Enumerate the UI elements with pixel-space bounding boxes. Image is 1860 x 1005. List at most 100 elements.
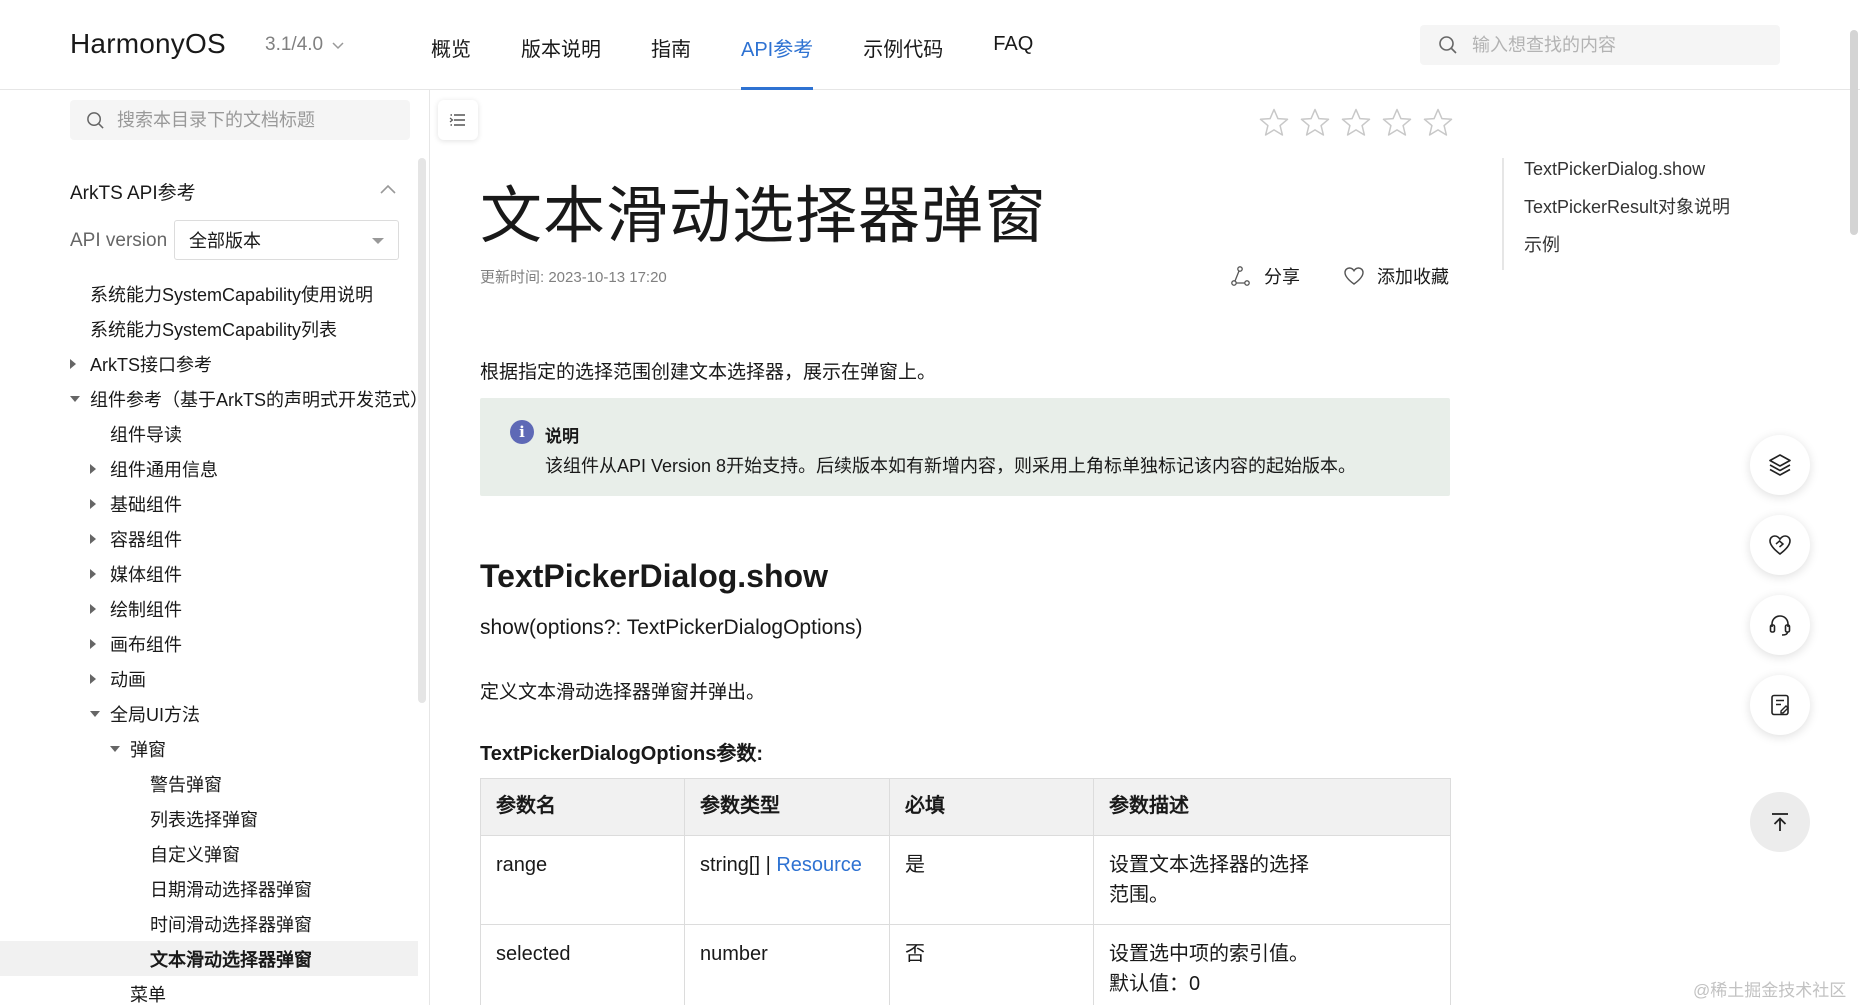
star-icon[interactable] <box>1258 107 1290 139</box>
section-heading: TextPickerDialog.show <box>480 558 828 594</box>
sidebar-tree-item[interactable]: 基础组件 <box>0 486 418 521</box>
sidebar: ArkTS API参考 API version 全部版本 系统能力SystemC… <box>0 90 430 1005</box>
sidebar-tree-item[interactable]: 菜单 <box>0 976 418 1005</box>
sidebar-scrollbar[interactable] <box>418 158 426 703</box>
table-header-cell: 参数描述 <box>1093 778 1451 836</box>
sidebar-tree-item[interactable]: 媒体组件 <box>0 556 418 591</box>
sidebar-search[interactable] <box>70 100 410 140</box>
updated-time: 更新时间: 2023-10-13 17:20 <box>480 269 667 286</box>
sidebar-tree-item[interactable]: 组件导读 <box>0 416 418 451</box>
search-icon <box>1439 36 1457 54</box>
caret-down-icon[interactable] <box>110 746 120 752</box>
sidebar-tree-item[interactable]: 组件参考（基于ArkTS的声明式开发范式） <box>0 381 428 416</box>
sidebar-tree-item[interactable]: 绘制组件 <box>0 591 418 626</box>
feedback-button[interactable] <box>1750 675 1810 735</box>
sidebar-tree-item[interactable]: 画布组件 <box>0 626 418 661</box>
toc-toggle-button[interactable] <box>438 100 478 140</box>
toc-item-show[interactable]: TextPickerDialog.show <box>1504 158 1730 196</box>
chevron-up-icon[interactable] <box>378 180 398 200</box>
nav-guide[interactable]: 指南 <box>651 0 691 90</box>
caret-right-icon[interactable] <box>90 639 96 649</box>
table-row: selected number 否 设置选中项的索引值。 默认值：0 <box>480 924 1451 1005</box>
sidebar-tree-item[interactable]: 组件通用信息 <box>0 451 418 486</box>
brand-logo[interactable]: HarmonyOS <box>70 28 226 60</box>
caret-right-icon[interactable] <box>90 674 96 684</box>
search-icon <box>87 111 104 129</box>
resource-link[interactable]: Resource <box>776 854 862 876</box>
sidebar-tree-item[interactable]: 全局UI方法 <box>0 696 418 731</box>
layers-button[interactable] <box>1750 435 1810 495</box>
caret-right-icon[interactable] <box>90 499 96 509</box>
global-search[interactable] <box>1420 25 1780 65</box>
global-search-input[interactable] <box>1472 34 1772 56</box>
sidebar-tree-item[interactable]: 日期滑动选择器弹窗 <box>0 871 418 906</box>
favorite-button[interactable]: 添加收藏 <box>1343 263 1449 289</box>
table-header-cell: 参数类型 <box>684 778 890 836</box>
caret-right-icon[interactable] <box>90 569 96 579</box>
version-selector[interactable]: 3.1/4.0 <box>265 34 345 56</box>
back-to-top-button[interactable] <box>1750 792 1810 852</box>
share-label: 分享 <box>1264 267 1300 287</box>
sidebar-tree-item[interactable]: 动画 <box>0 661 418 696</box>
sidebar-tree-item[interactable]: 系统能力SystemCapability使用说明 <box>0 276 418 311</box>
sidebar-tree-item[interactable]: 时间滑动选择器弹窗 <box>0 906 418 941</box>
table-header-cell: 必填 <box>889 778 1094 836</box>
caret-down-icon <box>372 238 384 244</box>
star-icon[interactable] <box>1299 107 1331 139</box>
caret-right-icon[interactable] <box>90 464 96 474</box>
toc-item-example[interactable]: 示例 <box>1504 234 1730 272</box>
param-required-cell: 是 <box>889 835 1094 925</box>
page-scrollbar[interactable] <box>1850 30 1858 235</box>
api-version-select[interactable]: 全部版本 <box>174 220 399 260</box>
sidebar-tree-item-label: 列表选择弹窗 <box>150 809 258 830</box>
sidebar-tree-item[interactable]: 自定义弹窗 <box>0 836 418 871</box>
sidebar-tree-item[interactable]: 系统能力SystemCapability列表 <box>0 311 418 346</box>
star-icon[interactable] <box>1422 107 1454 139</box>
param-desc-line: 设置文本选择器的选择 <box>1109 854 1309 876</box>
feedback-doc-icon <box>1771 694 1789 716</box>
right-toc: TextPickerDialog.show TextPickerResult对象… <box>1502 158 1730 270</box>
sidebar-tree-item[interactable]: 列表选择弹窗 <box>0 801 418 836</box>
nav-release-notes[interactable]: 版本说明 <box>521 0 601 90</box>
sidebar-tree: 系统能力SystemCapability使用说明 系统能力SystemCapabi… <box>0 276 428 1005</box>
info-icon: i <box>510 420 534 444</box>
favorite-label: 添加收藏 <box>1377 267 1449 287</box>
layers-icon <box>1769 454 1791 476</box>
sidebar-search-input[interactable] <box>117 109 397 131</box>
nav-api-reference[interactable]: API参考 <box>741 0 814 90</box>
nav-sample-code[interactable]: 示例代码 <box>863 0 943 90</box>
sidebar-section-title[interactable]: ArkTS API参考 <box>70 178 196 205</box>
share-button[interactable]: 分享 <box>1230 263 1300 289</box>
sidebar-tree-item[interactable]: ArkTS接口参考 <box>0 346 418 381</box>
caret-down-icon[interactable] <box>90 711 100 717</box>
nav-faq[interactable]: FAQ <box>993 0 1033 90</box>
nav-overview[interactable]: 概览 <box>431 0 471 90</box>
api-version-label: API version <box>70 230 168 251</box>
chevron-down-icon <box>332 42 344 50</box>
toc-item-result[interactable]: TextPickerResult对象说明 <box>1504 196 1730 234</box>
star-icon[interactable] <box>1381 107 1413 139</box>
caret-right-icon[interactable] <box>70 359 76 369</box>
table-header-row: 参数名 参数类型 必填 参数描述 <box>480 778 1451 836</box>
sidebar-tree-item[interactable]: 容器组件 <box>0 521 418 556</box>
sidebar-tree-item-label: 时间滑动选择器弹窗 <box>150 914 312 935</box>
param-desc-line: 范围。 <box>1109 884 1169 906</box>
sidebar-tree-item[interactable]: 文本滑动选择器弹窗 <box>0 941 418 976</box>
param-desc-line: 设置选中项的索引值。 <box>1109 943 1309 965</box>
sidebar-tree-item[interactable]: 警告弹窗 <box>0 766 418 801</box>
community-button[interactable] <box>1750 515 1810 575</box>
heart-link-icon <box>1769 535 1791 556</box>
param-type-cell: number <box>684 924 890 1005</box>
sidebar-tree-item-label: 菜单 <box>130 984 166 1005</box>
star-icon[interactable] <box>1340 107 1372 139</box>
sidebar-tree-item[interactable]: 弹窗 <box>0 731 418 766</box>
caret-right-icon[interactable] <box>90 534 96 544</box>
support-button[interactable] <box>1750 595 1810 655</box>
caret-down-icon[interactable] <box>70 396 80 402</box>
note-text: 该组件从API Version 8开始支持。后续版本如有新增内容，则采用上角标单… <box>545 456 1357 476</box>
sidebar-tree-item-label: 动画 <box>110 669 146 690</box>
version-label: 3.1/4.0 <box>265 34 324 55</box>
note-heading: 说明 <box>545 427 579 446</box>
caret-right-icon[interactable] <box>90 604 96 614</box>
watermark: @稀土掘金技术社区 <box>1693 981 1847 1000</box>
